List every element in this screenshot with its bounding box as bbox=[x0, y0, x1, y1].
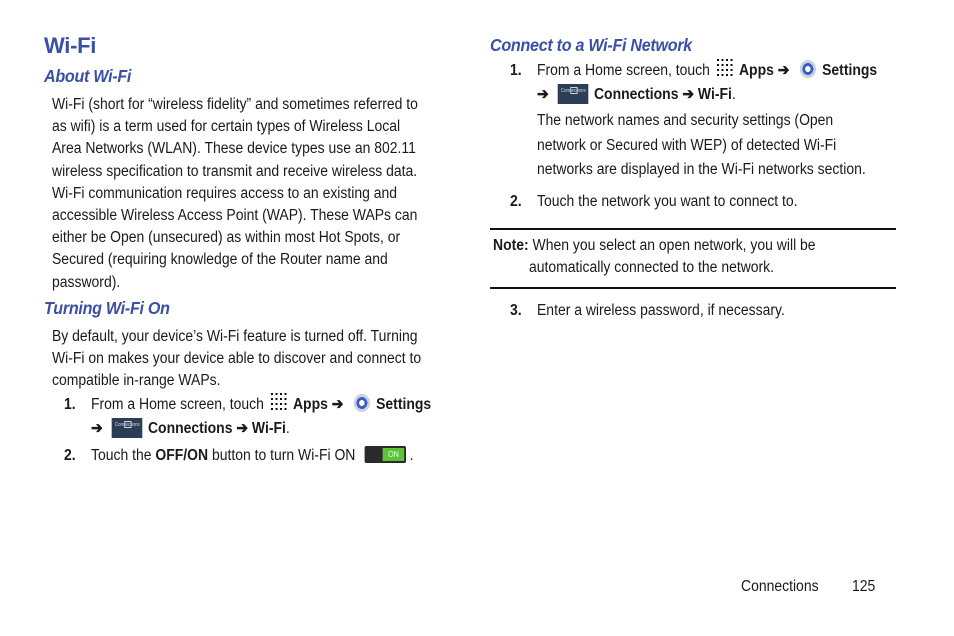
step-number: 2. bbox=[510, 193, 522, 210]
para-line: compatible in-range WAPs. bbox=[52, 372, 221, 390]
left-step-2: 2. Touch the OFF/ON button to turn Wi-Fi… bbox=[64, 444, 414, 468]
right-step-1: 1. From a Home screen, touch Apps ➔ Sett… bbox=[510, 59, 877, 183]
note-box: Note: When you select an open network, y… bbox=[490, 228, 896, 289]
step-text: Enter a wireless password, if necessary. bbox=[537, 302, 785, 319]
para-line: accessible Wireless Access Point (WAP). … bbox=[52, 207, 418, 225]
step-number: 1. bbox=[510, 62, 522, 79]
apps-label: Apps bbox=[738, 62, 774, 79]
arrow-icon: ➔ bbox=[537, 86, 549, 103]
step-number: 1. bbox=[64, 396, 76, 413]
connections-label: Connections bbox=[147, 420, 233, 437]
step-text: Touch the network you want to connect to… bbox=[537, 193, 798, 210]
connections-tab-icon: Connections bbox=[111, 418, 143, 438]
arrow-icon: ➔ bbox=[236, 420, 249, 437]
note-text: When you select an open network, you wil… bbox=[532, 237, 816, 254]
step-text: From a Home screen, touch bbox=[537, 62, 710, 79]
note-content: Note: When you select an open network, y… bbox=[493, 235, 816, 279]
arrow-icon: ➔ bbox=[777, 62, 790, 79]
page-number: 125 bbox=[852, 578, 876, 595]
wifi-label: Wi-Fi bbox=[697, 86, 732, 103]
step-detail: The network names and security settings … bbox=[537, 109, 877, 183]
period: . bbox=[731, 86, 736, 103]
apps-grid-icon bbox=[271, 393, 290, 413]
step-text: Touch the bbox=[91, 447, 152, 464]
para-line: wireless specification to transmit and r… bbox=[52, 162, 418, 180]
wifi-toggle-switch-icon: ON bbox=[364, 446, 407, 463]
about-wifi-paragraph: Wi-Fi (short for “wireless fidelity” and… bbox=[52, 94, 418, 294]
arrow-icon: ➔ bbox=[331, 396, 344, 413]
step-text: button to turn Wi-Fi ON bbox=[211, 447, 356, 464]
right-step-3: 3. Enter a wireless password, if necessa… bbox=[510, 299, 785, 323]
period: . bbox=[409, 447, 414, 464]
para-line: Area Networks (WLAN). These device types… bbox=[52, 140, 416, 158]
para-line: Secured (requiring knowledge of the Rout… bbox=[52, 251, 388, 269]
para-line: either be Open (unsecured) as within mos… bbox=[52, 229, 401, 247]
connect-network-heading: Connect to a Wi-Fi Network bbox=[490, 35, 692, 55]
para-line: password). bbox=[52, 273, 121, 291]
detail-line: networks are displayed in the Wi-Fi netw… bbox=[537, 161, 866, 178]
para-line: Wi-Fi communication requires access to a… bbox=[52, 184, 398, 202]
step-text: From a Home screen, touch bbox=[91, 396, 264, 413]
step-number: 2. bbox=[64, 447, 76, 464]
off-on-label: OFF/ON bbox=[155, 447, 209, 464]
apps-grid-icon bbox=[717, 59, 736, 79]
turning-wifi-on-heading: Turning Wi-Fi On bbox=[44, 298, 170, 318]
settings-label: Settings bbox=[822, 62, 878, 79]
note-text: automatically connected to the network. bbox=[529, 259, 775, 276]
footer-section: Connections bbox=[741, 578, 819, 595]
period: . bbox=[285, 420, 290, 437]
left-step-1: 1. From a Home screen, touch Apps ➔ Sett… bbox=[64, 393, 431, 441]
detail-line: The network names and security settings … bbox=[537, 112, 834, 129]
para-line: By default, your device’s Wi-Fi feature … bbox=[52, 328, 418, 345]
connections-tab-icon: Connections bbox=[557, 84, 589, 104]
arrow-icon: ➔ bbox=[682, 86, 695, 103]
arrow-icon: ➔ bbox=[91, 420, 103, 437]
para-line: Wi-Fi (short for “wireless fidelity” and… bbox=[52, 96, 418, 113]
note-label: Note: bbox=[493, 237, 529, 254]
settings-gear-icon bbox=[798, 59, 817, 79]
settings-gear-icon bbox=[352, 393, 371, 413]
step-number: 3. bbox=[510, 302, 522, 319]
page-title: Wi-Fi bbox=[44, 33, 97, 58]
settings-label: Settings bbox=[376, 396, 432, 413]
para-line: as wifi) is a term used for certain type… bbox=[52, 118, 401, 136]
right-step-2: 2. Touch the network you want to connect… bbox=[510, 190, 798, 214]
detail-line: network or Secured with WEP) of detected… bbox=[537, 136, 837, 154]
para-line: Wi-Fi on makes your device able to disco… bbox=[52, 350, 422, 368]
wifi-label: Wi-Fi bbox=[251, 420, 286, 437]
about-wifi-heading: About Wi-Fi bbox=[44, 66, 132, 86]
turning-on-paragraph: By default, your device’s Wi-Fi feature … bbox=[52, 326, 421, 393]
connections-label: Connections bbox=[593, 86, 679, 103]
apps-label: Apps bbox=[292, 396, 328, 413]
